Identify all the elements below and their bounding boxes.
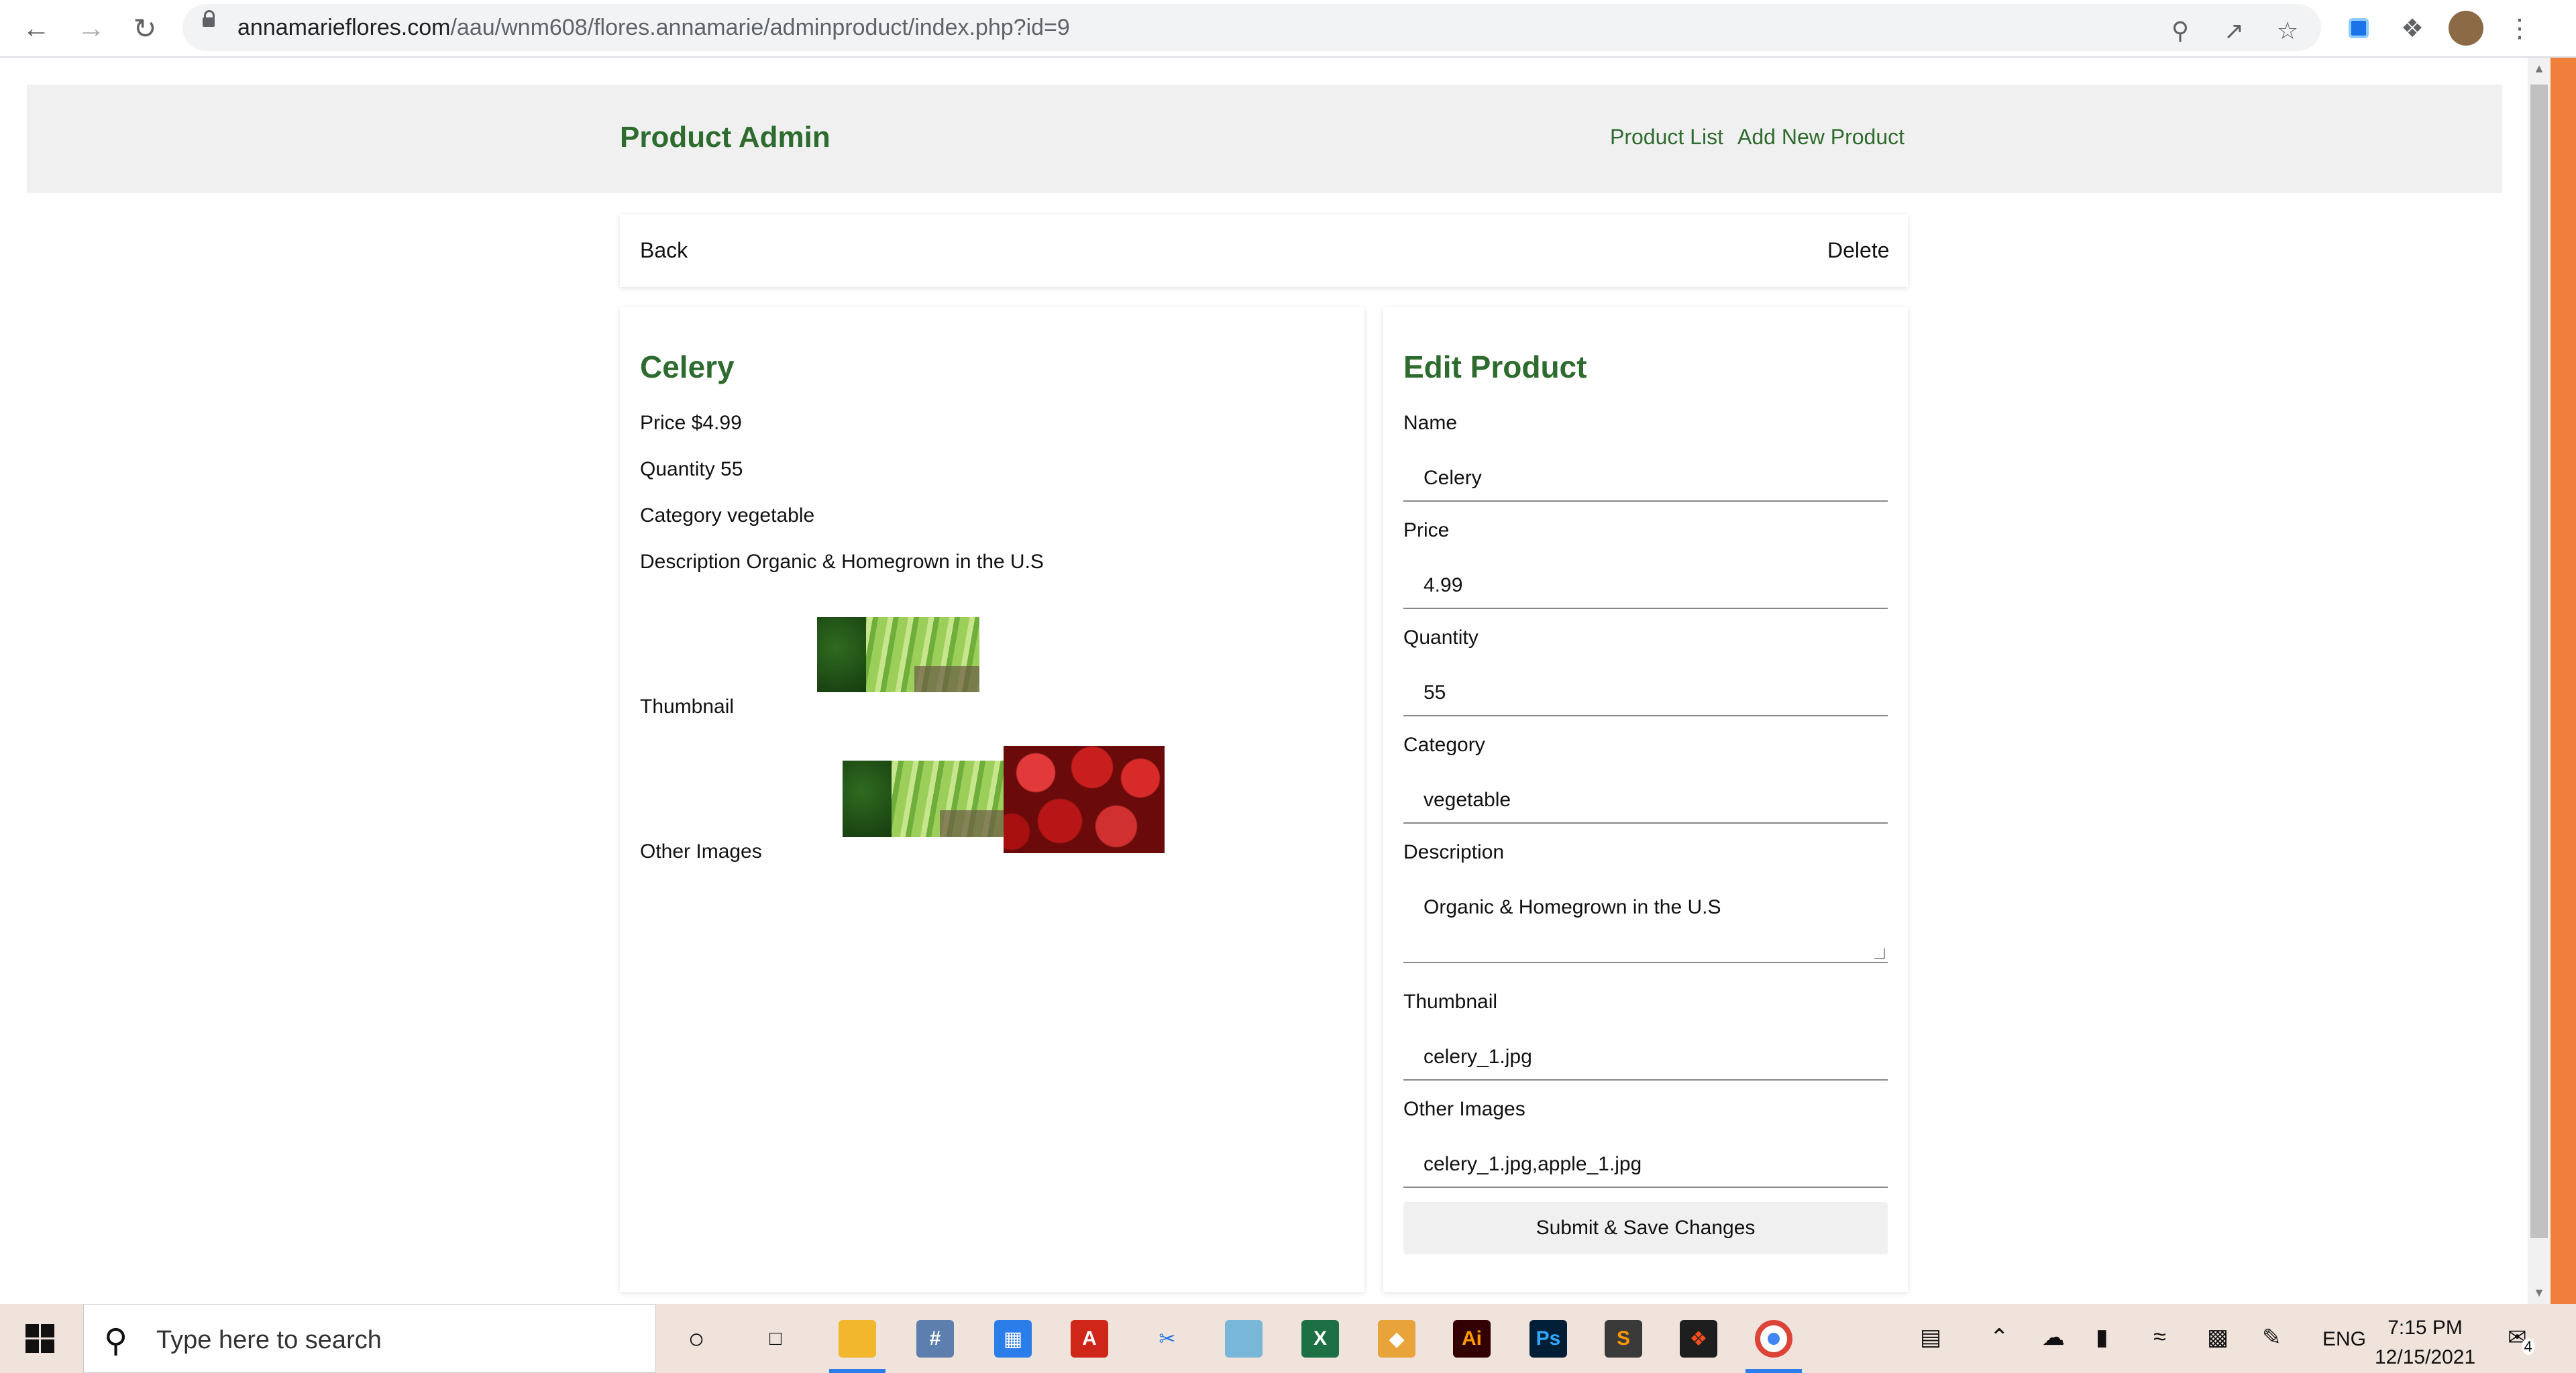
description-textarea[interactable]: Organic & Homegrown in the U.S <box>1403 879 1888 963</box>
notification-icon[interactable]: ✉4 <box>2508 1324 2540 1355</box>
chevron-up-icon[interactable]: ⌃ <box>1990 1324 2009 1351</box>
clock-time: 7:15 PM <box>2387 1317 2463 1339</box>
chrome-icon[interactable] <box>1755 1320 1792 1358</box>
other-images-field-label: Other Images <box>1403 1098 1525 1120</box>
browser-toolbar: ← → ↻ annamarieflores.com/aau/wnm608/flo… <box>0 0 2576 58</box>
scroll-up-icon[interactable]: ▲ <box>2528 62 2551 76</box>
lock-icon <box>203 10 215 27</box>
calculator-icon[interactable]: # <box>916 1320 954 1358</box>
active-indicator <box>829 1369 885 1373</box>
url-path: /aau/wnm608/flores.annamarie/adminproduc… <box>450 15 1070 40</box>
wifi-icon[interactable]: ≈ <box>2153 1324 2166 1350</box>
other-image-apples <box>1004 746 1165 853</box>
name-input[interactable]: Celery <box>1403 449 1888 502</box>
back-arrow-icon[interactable]: ← <box>17 9 55 47</box>
notes-tray-icon[interactable]: ▤ <box>1920 1324 1941 1351</box>
thumbnail-image <box>817 617 979 692</box>
price-label: Price <box>1403 519 1450 541</box>
site-header <box>27 85 2502 193</box>
nav-product-list[interactable]: Product List <box>1610 125 1723 150</box>
price-input[interactable]: 4.99 <box>1403 557 1888 609</box>
action-bar <box>620 215 1908 287</box>
back-link[interactable]: Back <box>640 238 688 263</box>
task-view-icon[interactable]: □ <box>757 1320 794 1358</box>
language-indicator[interactable]: ENG <box>2322 1328 2366 1351</box>
menu-kebab-icon[interactable]: ⋮ <box>2501 9 2538 47</box>
other-images-label: Other Images <box>640 840 762 863</box>
onedrive-icon[interactable]: ☁ <box>2042 1324 2065 1351</box>
thumbnail-input[interactable]: celery_1.jpg <box>1403 1028 1888 1081</box>
scrollbar-thumb[interactable] <box>2530 85 2548 1238</box>
delete-link[interactable]: Delete <box>1827 238 1890 263</box>
bookmark-star-icon[interactable]: ☆ <box>2271 15 2304 47</box>
notes-app-icon[interactable] <box>1225 1320 1263 1358</box>
description-label: Description <box>1403 841 1505 863</box>
snipping-tool-icon[interactable]: ✂ <box>1148 1320 1186 1358</box>
name-label: Name <box>1403 412 1458 434</box>
profile-avatar[interactable] <box>2447 9 2485 47</box>
product-price: Price $4.99 <box>640 412 742 434</box>
battery-icon[interactable]: ▮ <box>2096 1324 2108 1351</box>
forward-arrow-icon[interactable]: → <box>72 9 110 47</box>
scroll-down-icon[interactable]: ▼ <box>2528 1286 2551 1300</box>
file-explorer-icon[interactable] <box>839 1320 876 1358</box>
search-icon: ⚲ <box>104 1323 128 1359</box>
taskbar: ⚲ Type here to search ○ □ # ▦ A ✂ X ◆ Ai… <box>0 1304 2576 1373</box>
page-scrollbar[interactable]: ▲ ▼ <box>2528 58 2551 1304</box>
quantity-label: Quantity <box>1403 626 1479 649</box>
puzzle-extensions-icon[interactable]: ❖ <box>2394 9 2431 47</box>
address-bar[interactable]: annamarieflores.com/aau/wnm608/flores.an… <box>182 4 2321 51</box>
submit-save-button[interactable]: Submit & Save Changes <box>1403 1202 1888 1254</box>
thumbnail-field-label: Thumbnail <box>1403 991 1498 1013</box>
url-text[interactable]: annamarieflores.com/aau/wnm608/flores.an… <box>237 15 1070 41</box>
product-category: Category vegetable <box>640 504 815 527</box>
search-placeholder: Type here to search <box>156 1326 382 1354</box>
calendar-icon[interactable]: ▦ <box>994 1320 1032 1358</box>
description-text: Organic & Homegrown in the U.S <box>1424 896 1721 918</box>
clock[interactable]: 7:15 PM 12/15/2021 <box>2375 1313 2475 1372</box>
illustrator-icon[interactable]: Ai <box>1453 1320 1491 1358</box>
sketch-app-icon[interactable]: ◆ <box>1378 1320 1415 1358</box>
product-name-heading: Celery <box>640 349 735 384</box>
other-images-input[interactable]: celery_1.jpg,apple_1.jpg <box>1403 1136 1888 1188</box>
quantity-input[interactable]: 55 <box>1403 664 1888 716</box>
cortana-icon[interactable]: ○ <box>678 1320 715 1358</box>
reload-icon[interactable]: ↻ <box>126 9 164 47</box>
other-image-celery <box>843 761 1005 837</box>
excel-icon[interactable]: X <box>1301 1320 1339 1358</box>
notification-count: 4 <box>2521 1338 2535 1355</box>
chrome-active-indicator <box>1746 1369 1802 1373</box>
side-strip <box>2551 58 2576 1304</box>
display-icon[interactable]: ▩ <box>2207 1324 2229 1351</box>
pen-icon[interactable]: ✎ <box>2262 1324 2282 1351</box>
taskbar-search-box[interactable]: ⚲ Type here to search <box>83 1304 656 1373</box>
product-quantity: Quantity 55 <box>640 458 743 480</box>
share-icon[interactable]: ↗ <box>2218 15 2250 47</box>
product-description: Description Organic & Homegrown in the U… <box>640 551 1044 573</box>
extension-icon[interactable] <box>2340 9 2377 47</box>
acrobat-icon[interactable]: A <box>1071 1320 1108 1358</box>
url-domain: annamarieflores.com <box>237 15 451 40</box>
figma-icon[interactable]: ❖ <box>1680 1320 1717 1358</box>
clock-date: 12/15/2021 <box>2375 1346 2476 1368</box>
resize-handle-icon[interactable] <box>1874 948 1885 959</box>
edit-product-heading: Edit Product <box>1403 349 1587 384</box>
category-label: Category <box>1403 734 1485 756</box>
brand-title[interactable]: Product Admin <box>620 121 830 154</box>
windows-start-icon[interactable] <box>25 1324 55 1354</box>
category-input[interactable]: vegetable <box>1403 771 1888 824</box>
nav-add-new-product[interactable]: Add New Product <box>1737 125 1904 150</box>
sublime-text-icon[interactable]: S <box>1605 1320 1642 1358</box>
photoshop-icon[interactable]: Ps <box>1529 1320 1567 1358</box>
zoom-icon[interactable]: ⚲ <box>2164 15 2196 47</box>
thumbnail-label: Thumbnail <box>640 696 735 718</box>
